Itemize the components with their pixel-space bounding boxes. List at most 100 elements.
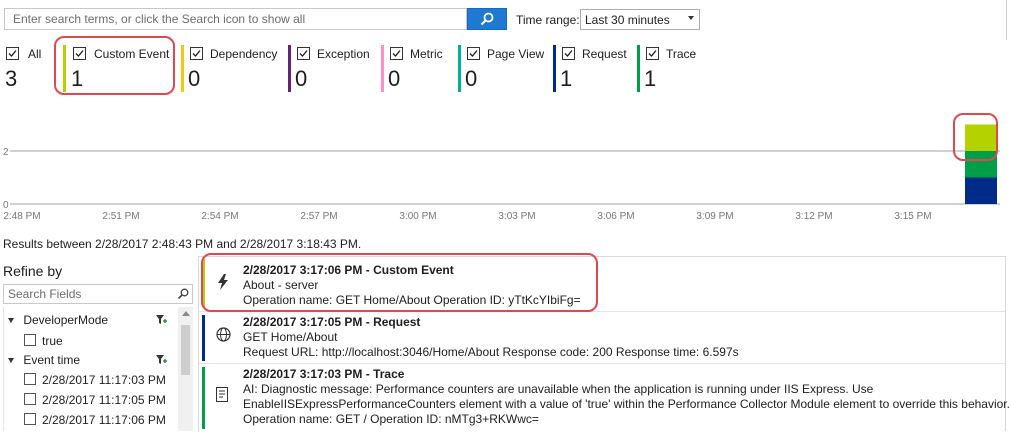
field-search-input[interactable] [4, 285, 182, 303]
filter-label: Dependency [210, 47, 278, 61]
color-bar [637, 45, 640, 92]
checkbox-request[interactable] [562, 47, 575, 60]
checkbox-trace[interactable] [646, 47, 659, 60]
checkbox-dependency[interactable] [190, 47, 203, 60]
checkmark-icon [648, 50, 657, 57]
filter-metric[interactable]: Metric 0 [381, 45, 456, 95]
result-line: Request URL: http://localhost:3046/Home/… [243, 345, 739, 359]
checkbox-all[interactable] [6, 47, 19, 60]
filter-all[interactable]: All 3 [4, 45, 54, 95]
filter-count: 0 [295, 66, 308, 91]
result-line: EnableIISExpressPerformanceCounters elem… [243, 397, 1010, 411]
chevron-down-icon [688, 16, 694, 20]
color-bar [381, 45, 384, 92]
search-input[interactable] [5, 9, 466, 29]
filter-count: 1 [560, 66, 573, 91]
x-tick-label: 2:54 PM [201, 211, 238, 222]
checkbox-event-time-2[interactable] [24, 393, 36, 405]
checkmark-icon [469, 50, 478, 57]
x-tick-label: 3:06 PM [597, 211, 634, 222]
search-icon [480, 12, 494, 26]
color-bar [288, 45, 291, 92]
search-box[interactable] [4, 8, 467, 30]
tree-value: 2/28/2017 11:17:03 PM [42, 373, 166, 387]
time-range-value: Last 30 minutes [585, 13, 670, 27]
filter-funnel-icon[interactable] [155, 354, 167, 366]
color-bar [181, 45, 184, 92]
checkmark-icon [564, 50, 573, 57]
expand-arrow-icon[interactable] [8, 318, 14, 323]
checkbox-exception[interactable] [297, 47, 310, 60]
document-icon [216, 387, 228, 402]
color-bar [202, 367, 205, 429]
group-label: Event time [23, 353, 81, 367]
highlight-callout [54, 36, 175, 95]
checkbox-true[interactable] [24, 334, 36, 346]
checkmark-icon [299, 50, 308, 57]
result-item[interactable]: 2/28/2017 3:17:03 PM - Trace AI: Diagnos… [199, 365, 1010, 432]
field-search-box[interactable] [3, 284, 193, 304]
x-tick-label: 3:15 PM [894, 211, 931, 222]
color-bar [202, 315, 205, 361]
group-label: DeveloperMode [23, 313, 109, 327]
result-line: Operation name: GET / Operation ID: nMTg… [243, 412, 539, 426]
checkbox-page-view[interactable] [467, 47, 480, 60]
filter-count: 0 [465, 66, 478, 91]
x-tick-label: 3:12 PM [795, 211, 832, 222]
highlight-callout [953, 113, 998, 161]
y-tick-label: 0 [3, 200, 9, 211]
result-line: AI: Diagnostic message: Performance coun… [243, 382, 874, 396]
filter-trace[interactable]: Trace 1 [637, 45, 707, 95]
checkmark-icon [392, 50, 401, 57]
divider [199, 363, 1005, 364]
y-tick-label: 2 [3, 147, 9, 158]
time-range-label: Time range: [516, 13, 580, 27]
filter-label: Page View [487, 47, 545, 61]
event-timeline-chart: 2 0 2:48 PM 2:51 PM 2:54 PM 2:57 PM 3:00 PM 3… [3, 124, 1000, 222]
x-tick-label: 2:51 PM [102, 211, 139, 222]
filter-dependency[interactable]: Dependency 0 [181, 45, 281, 95]
result-line: GET Home/About [243, 330, 338, 344]
checkbox-metric[interactable] [390, 47, 403, 60]
filter-count: 1 [644, 66, 657, 91]
bar-segment-request [965, 177, 997, 204]
scroll-up-icon[interactable] [182, 311, 190, 316]
result-title: 2/28/2017 3:17:05 PM - Request [243, 315, 421, 329]
globe-icon [216, 327, 231, 342]
checkbox-event-time-3[interactable] [24, 413, 36, 425]
filter-label: Request [582, 47, 627, 61]
x-tick-label: 2:48 PM [3, 211, 40, 222]
filter-funnel-icon[interactable] [155, 314, 167, 326]
time-range-select[interactable]: Last 30 minutes [580, 9, 700, 30]
filter-exception[interactable]: Exception 0 [288, 45, 378, 95]
tree-group-developermode[interactable]: DeveloperMode [8, 313, 108, 327]
filter-label: Exception [317, 47, 370, 61]
divider [1006, 0, 1007, 40]
x-tick-label: 3:09 PM [696, 211, 733, 222]
tree-value: true [42, 334, 63, 348]
filter-request[interactable]: Request 1 [553, 45, 638, 95]
checkmark-icon [8, 50, 17, 57]
expand-arrow-icon[interactable] [8, 358, 14, 363]
x-tick-label: 3:03 PM [498, 211, 535, 222]
x-tick-label: 2:57 PM [300, 211, 337, 222]
tree-group-event-time[interactable]: Event time [8, 353, 80, 367]
filter-count: 3 [5, 66, 18, 91]
filter-page-view[interactable]: Page View 0 [458, 45, 550, 95]
x-tick-label: 3:00 PM [399, 211, 436, 222]
search-icon[interactable] [177, 288, 189, 300]
tree-value: 2/28/2017 11:17:06 PM [42, 413, 166, 427]
refine-title: Refine by [3, 263, 63, 279]
color-bar [553, 45, 556, 92]
result-item[interactable]: 2/28/2017 3:17:05 PM - Request GET Home/… [199, 313, 1005, 363]
scroll-thumb[interactable] [181, 325, 190, 375]
filter-label: Metric [410, 47, 443, 61]
highlight-callout [201, 253, 598, 312]
filter-count: 0 [188, 66, 201, 91]
checkbox-event-time-1[interactable] [24, 373, 36, 385]
color-bar [458, 45, 461, 92]
results-summary: Results between 2/28/2017 2:48:43 PM and… [3, 237, 362, 251]
search-button[interactable] [467, 8, 507, 30]
checkmark-icon [192, 50, 201, 57]
scrollbar[interactable] [178, 307, 193, 431]
